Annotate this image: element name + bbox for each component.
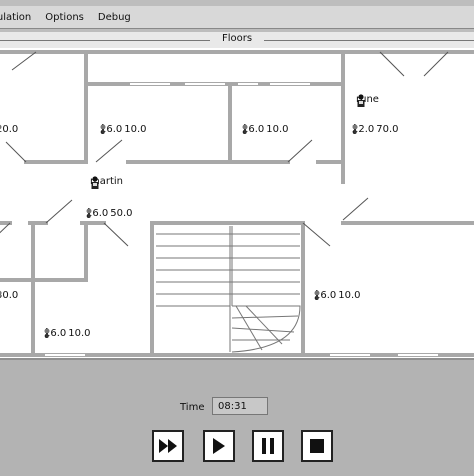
pause-button[interactable] [252,430,284,462]
person-rune[interactable]: rune [356,94,379,107]
staircase [156,226,301,353]
room-reading-center-right: 16.0 10.0 [242,124,289,135]
time-field[interactable]: 08:31 [212,397,268,415]
menu-debug[interactable]: Debug [98,12,131,23]
room-reading-bottom-small: 16.0 10.0 [44,328,91,339]
light-value: 10.0 [0,124,19,135]
light-value: 10.0 [266,124,289,135]
light-bulb-icon [0,290,2,296]
floors-title: Floors [216,33,258,44]
fast-forward-icon [159,439,177,453]
time-label: Time [180,402,205,413]
light-bulb-icon [314,290,320,299]
floor-plan-drawing [0,50,474,357]
walls [0,50,474,357]
room-reading-right-bottom: 16.0 10.0 [314,290,361,301]
light-value: 10.0 [124,124,147,135]
room-reading-center-left: 16.0 10.0 [100,124,147,135]
person-icon [357,94,365,107]
light-bulb-icon [242,124,248,133]
simulator-window: Simulation Options Debug Floors [0,0,474,476]
light-value: 10.0 [338,290,361,301]
person-martin[interactable]: martin [90,176,123,189]
floor-plan[interactable]: 10.0 16.0 10.0 16.0 10.0 22.0 70.0 16.0 … [0,48,474,358]
light-value: 50.0 [110,208,133,219]
room-reading-hallway: 16.0 50.0 [86,208,133,219]
floors-panel-header: Floors [0,32,474,48]
person-icon [91,176,99,189]
play-button[interactable] [203,430,235,462]
light-bulb-icon [100,124,106,133]
pause-icon [262,438,274,454]
menu-options[interactable]: Options [45,12,84,23]
light-bulb-icon [352,124,358,133]
menu-simulation[interactable]: Simulation [0,12,31,23]
light-value: 10.0 [68,328,91,339]
fast-forward-button[interactable] [152,430,184,462]
light-value: 30.0 [0,290,19,301]
light-bulb-icon [0,124,2,130]
room-reading-left-bottom: 30.0 [0,290,18,301]
doors [0,51,449,247]
light-bulb-icon [44,328,50,337]
light-bulb-icon [86,208,92,217]
stop-icon [310,439,324,453]
menu-bar: Simulation Options Debug [0,6,474,29]
room-reading-right-top: 22.0 70.0 [352,124,399,135]
play-icon [213,438,225,454]
stop-button[interactable] [301,430,333,462]
room-reading-left-top: 10.0 [0,124,18,135]
light-value: 70.0 [376,124,399,135]
control-panel: Time 08:31 [0,358,474,476]
